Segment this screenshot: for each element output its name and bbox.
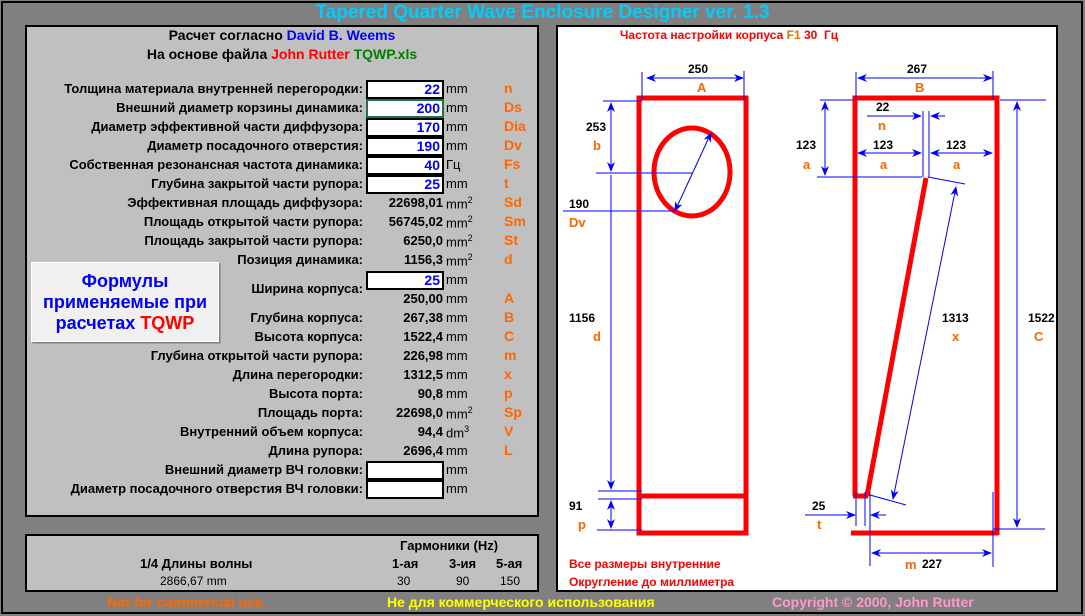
dimension-dv: 190 (569, 197, 590, 211)
dimension-b: 253 (586, 120, 607, 134)
tuning-frequency: 30 (803, 28, 818, 42)
diagram-title-text: Частота настройки корпуса (620, 28, 784, 42)
dimension-d: 1156 (569, 311, 596, 325)
dimension-m-sym: m (905, 557, 917, 572)
diagram-title-f: F1 (786, 28, 801, 42)
note-rounding: Округление до миллиметра (569, 575, 735, 589)
dimension-a-left: 123 (873, 138, 894, 152)
dimension-a-sym: A (697, 80, 707, 95)
dimension-p-sym: p (578, 517, 586, 532)
dimension-a-sym: a (953, 157, 961, 172)
dimension-b: 267 (907, 62, 928, 76)
dimension-d-sym: d (593, 329, 601, 344)
diagram-title-unit: Гц (824, 28, 839, 42)
dimension-n: 22 (876, 100, 890, 114)
dimension-a-left: 123 (946, 138, 967, 152)
dimension-x: 1313 (942, 311, 969, 325)
dimension-m: 227 (922, 557, 943, 571)
dimension-a-left: 123 (796, 138, 817, 152)
dimension-a-sym: a (880, 157, 888, 172)
note-internal: Все размеры внутренние (569, 557, 721, 571)
dimension-a-sym: a (803, 157, 811, 172)
dimension-b-sym: B (915, 80, 925, 95)
dimension-t-sym: t (817, 517, 822, 532)
dimension-p: 91 (569, 499, 583, 513)
dimension-x-sym: x (952, 329, 960, 344)
dimension-n-sym: n (878, 118, 886, 133)
dimension-dv-sym: Dv (569, 215, 586, 230)
dimension-b-sym: b (593, 138, 601, 153)
dimension-c-sym: C (1034, 329, 1044, 344)
dimension-t: 25 (812, 499, 826, 513)
dimension-c: 1522 (1028, 311, 1055, 325)
diagram-title: Частота настройки корпуса F1 30 Гц (620, 28, 838, 42)
dimension-a: 250 (688, 62, 709, 76)
